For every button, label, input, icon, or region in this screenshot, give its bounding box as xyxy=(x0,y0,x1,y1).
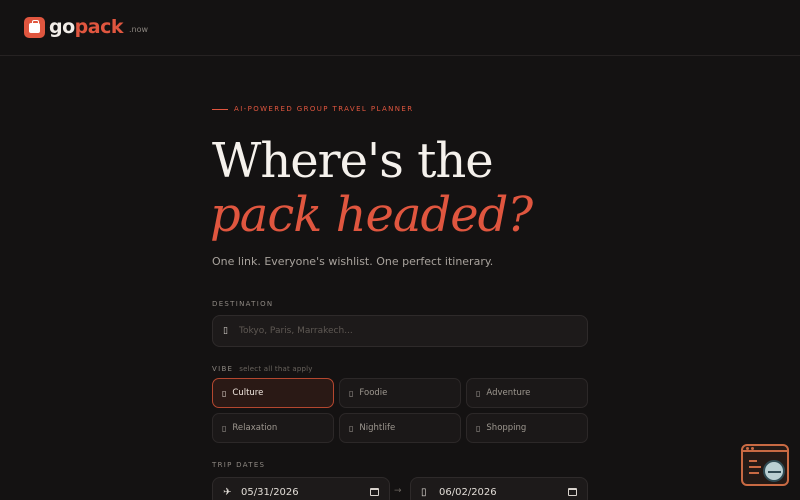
destination-placeholder: Tokyo, Paris, Marrakech... xyxy=(239,326,353,336)
plane-icon: ✈ xyxy=(223,486,232,498)
relaxation-icon: ▯ xyxy=(222,423,227,433)
gopack-logo[interactable]: gopack .now xyxy=(24,17,148,38)
trip-dates-label: TRIP DATES xyxy=(212,461,265,469)
inspector-widget-icon[interactable] xyxy=(741,444,789,486)
vibe-option-label: Nightlife xyxy=(359,423,396,433)
eyebrow-line xyxy=(212,108,228,110)
destination-label: DESTINATION xyxy=(212,300,273,308)
magnifier-icon xyxy=(763,460,785,482)
eyebrow-text: AI-POWERED GROUP TRAVEL PLANNER xyxy=(234,105,414,113)
headline-line-2: pack headed? xyxy=(210,187,533,243)
landing-icon: ▯ xyxy=(421,486,427,498)
logo-go: go xyxy=(49,16,75,38)
vibe-option-culture[interactable]: ▯ Culture xyxy=(212,378,334,408)
vibe-option-adventure[interactable]: ▯ Adventure xyxy=(466,378,588,408)
adventure-icon: ▯ xyxy=(476,388,481,398)
calendar-icon[interactable] xyxy=(370,488,379,496)
logo-pack: pack xyxy=(74,16,124,38)
vibe-option-shopping[interactable]: ▯ Shopping xyxy=(466,413,588,443)
culture-icon: ▯ xyxy=(222,388,227,398)
calendar-icon[interactable] xyxy=(568,488,577,496)
hero-subtitle: One link. Everyone's wishlist. One perfe… xyxy=(212,255,494,268)
hero-eyebrow: AI-POWERED GROUP TRAVEL PLANNER xyxy=(212,105,414,113)
vibe-hint: select all that apply xyxy=(239,365,313,373)
shopping-icon: ▯ xyxy=(476,423,481,433)
logo-tld: .now xyxy=(128,25,149,34)
end-date-input[interactable]: ▯ 06/02/2026 xyxy=(410,477,588,500)
start-date-value: 05/31/2026 xyxy=(241,486,299,498)
vibe-option-nightlife[interactable]: ▯ Nightlife xyxy=(339,413,461,443)
logo-wordmark: gopack xyxy=(49,17,123,38)
vibe-option-foodie[interactable]: ▯ Foodie xyxy=(339,378,461,408)
vibe-label: VIBE select all that apply xyxy=(212,365,313,373)
vibe-option-label: Foodie xyxy=(359,388,388,398)
vibe-option-label: Shopping xyxy=(486,423,527,433)
top-header: gopack .now xyxy=(0,0,800,56)
vibe-option-relaxation[interactable]: ▯ Relaxation xyxy=(212,413,334,443)
vibe-label-text: VIBE xyxy=(212,365,234,373)
nightlife-icon: ▯ xyxy=(349,423,354,433)
vibe-option-label: Adventure xyxy=(486,388,531,398)
location-pin-icon: ▯ xyxy=(223,326,228,336)
destination-input[interactable]: ▯ Tokyo, Paris, Marrakech... xyxy=(212,315,588,347)
suitcase-icon xyxy=(24,17,45,38)
headline-line-1: Where's the xyxy=(212,133,494,189)
end-date-value: 06/02/2026 xyxy=(439,486,497,498)
trip-dates-label-text: TRIP DATES xyxy=(212,461,266,469)
foodie-icon: ▯ xyxy=(349,388,354,398)
destination-label-text: DESTINATION xyxy=(212,300,274,308)
vibe-option-label: Culture xyxy=(232,388,264,398)
arrow-right-icon: → xyxy=(394,486,402,496)
vibe-option-label: Relaxation xyxy=(232,423,278,433)
start-date-input[interactable]: ✈ 05/31/2026 xyxy=(212,477,390,500)
